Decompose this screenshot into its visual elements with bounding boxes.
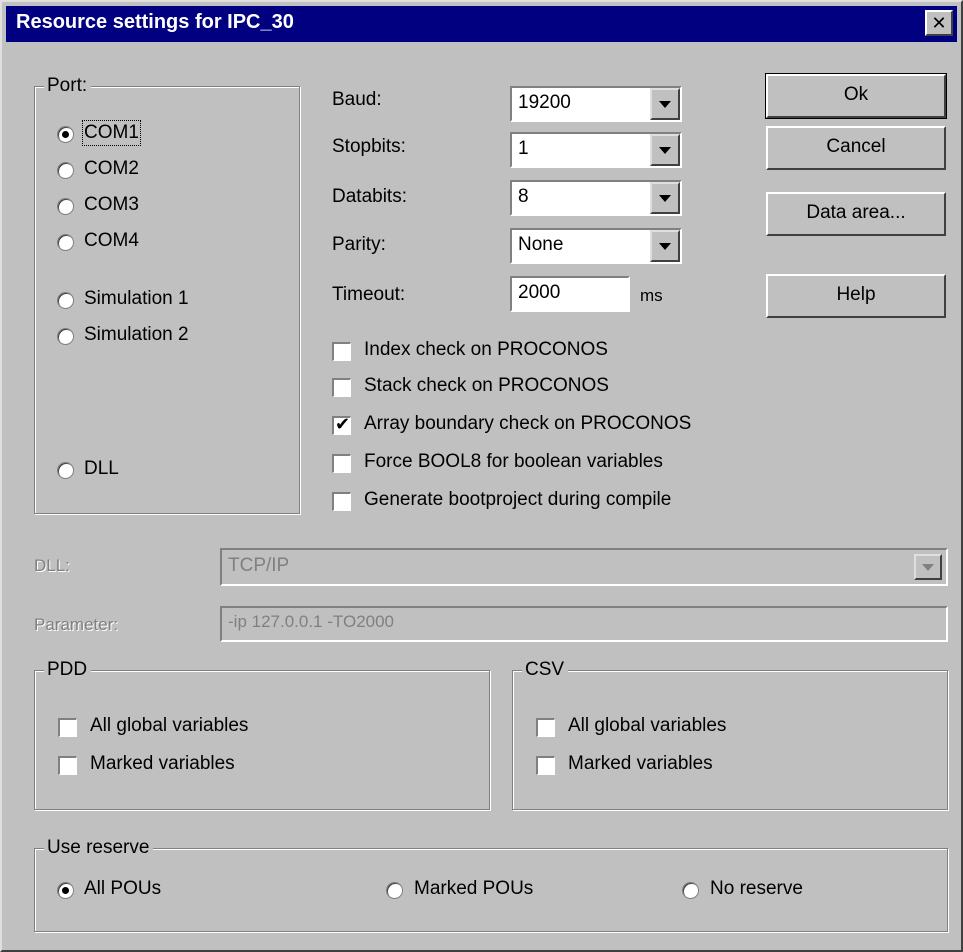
ok-button-label: Ok — [843, 84, 869, 105]
chevron-down-icon — [659, 195, 671, 202]
radio-simulation-1-label[interactable]: Simulation 1 — [84, 288, 189, 310]
help-button-label: Help — [836, 284, 876, 305]
databits-dropdown-button[interactable] — [650, 182, 680, 214]
parameter-value: -ip 127.0.0.1 -TO2000 — [228, 612, 395, 631]
title-bar[interactable]: Resource settings for IPC_30 ✕ — [6, 6, 957, 42]
parity-combobox[interactable]: None — [510, 228, 682, 264]
ok-button[interactable]: Ok — [765, 73, 947, 119]
stopbits-dropdown-button[interactable] — [650, 134, 680, 166]
radio-com1[interactable] — [57, 126, 74, 143]
pdd-group — [34, 670, 490, 810]
force-bool8-checkbox[interactable] — [332, 454, 351, 473]
array-boundary-check-label[interactable]: Array boundary check on PROCONOS — [364, 413, 691, 435]
checkmark-icon: ✔ — [335, 414, 351, 434]
stack-check-checkbox[interactable] — [332, 378, 351, 397]
csv-all-global-label[interactable]: All global variables — [568, 715, 726, 737]
stopbits-value: 1 — [518, 138, 529, 159]
parameter-label: Parameter: — [34, 615, 119, 634]
timeout-value: 2000 — [518, 282, 561, 303]
radio-simulation-2-label[interactable]: Simulation 2 — [84, 324, 189, 346]
radio-com1-label[interactable]: COM1 — [82, 120, 141, 146]
csv-all-global-checkbox[interactable] — [536, 718, 555, 737]
baud-dropdown-button[interactable] — [650, 88, 680, 120]
pdd-all-global-label[interactable]: All global variables — [90, 715, 248, 737]
pdd-all-global-checkbox[interactable] — [58, 718, 77, 737]
force-bool8-label[interactable]: Force BOOL8 for boolean variables — [364, 451, 663, 473]
pdd-marked-checkbox[interactable] — [58, 756, 77, 775]
parity-value: None — [518, 234, 564, 255]
csv-marked-checkbox[interactable] — [536, 756, 555, 775]
radio-simulation-1[interactable] — [57, 292, 74, 309]
dll-dropdown-button — [914, 554, 942, 580]
radio-dll-label[interactable]: DLL — [84, 458, 119, 480]
csv-group-legend: CSV — [522, 660, 569, 680]
dll-value: TCP/IP — [228, 555, 290, 576]
stopbits-combobox[interactable]: 1 — [510, 132, 682, 168]
databits-combobox[interactable]: 8 — [510, 180, 682, 216]
chevron-down-icon — [922, 564, 934, 571]
dll-label: DLL: — [34, 556, 70, 575]
array-boundary-check-checkbox[interactable]: ✔ — [332, 414, 351, 435]
close-icon: ✕ — [931, 13, 947, 33]
radio-com2[interactable] — [57, 162, 74, 179]
resource-settings-dialog: Resource settings for IPC_30 ✕ Port: COM… — [0, 0, 963, 952]
dialog-title: Resource settings for IPC_30 — [16, 11, 294, 33]
pdd-group-legend: PDD — [44, 660, 92, 680]
radio-dll[interactable] — [57, 462, 74, 479]
radio-com4[interactable] — [57, 234, 74, 251]
index-check-label[interactable]: Index check on PROCONOS — [364, 339, 608, 361]
port-group-legend: Port: — [44, 76, 92, 96]
radio-com3[interactable] — [57, 198, 74, 215]
radio-simulation-2[interactable] — [57, 328, 74, 345]
stack-check-label[interactable]: Stack check on PROCONOS — [364, 375, 609, 397]
generate-bootproject-checkbox[interactable] — [332, 492, 351, 511]
parity-label: Parity: — [332, 234, 386, 255]
radio-com3-label[interactable]: COM3 — [84, 194, 139, 216]
databits-value: 8 — [518, 186, 529, 207]
timeout-input[interactable]: 2000 — [510, 276, 630, 312]
radio-marked-pous-label[interactable]: Marked POUs — [414, 878, 533, 900]
baud-label: Baud: — [332, 89, 382, 110]
radio-no-reserve-label[interactable]: No reserve — [710, 878, 803, 900]
timeout-label: Timeout: — [332, 284, 406, 305]
data-area-button[interactable]: Data area... — [766, 192, 946, 236]
radio-selected-dot — [62, 887, 69, 894]
chevron-down-icon — [659, 243, 671, 250]
stopbits-label: Stopbits: — [332, 136, 406, 157]
csv-marked-label[interactable]: Marked variables — [568, 753, 713, 775]
radio-com4-label[interactable]: COM4 — [84, 230, 139, 252]
databits-label: Databits: — [332, 186, 407, 207]
help-button[interactable]: Help — [766, 274, 946, 318]
csv-group — [512, 670, 948, 810]
cancel-button[interactable]: Cancel — [766, 126, 946, 170]
radio-selected-dot — [62, 131, 69, 138]
parameter-input: -ip 127.0.0.1 -TO2000 — [220, 606, 948, 642]
radio-no-reserve[interactable] — [682, 882, 699, 899]
pdd-marked-label[interactable]: Marked variables — [90, 753, 235, 775]
timeout-unit: ms — [640, 286, 663, 305]
dll-combobox: TCP/IP — [220, 548, 948, 586]
baud-value: 19200 — [518, 92, 571, 113]
generate-bootproject-label[interactable]: Generate bootproject during compile — [364, 489, 671, 511]
use-reserve-group-legend: Use reserve — [44, 838, 154, 858]
radio-all-pous-label[interactable]: All POUs — [84, 878, 161, 900]
close-button[interactable]: ✕ — [925, 10, 953, 36]
parity-dropdown-button[interactable] — [650, 230, 680, 262]
index-check-checkbox[interactable] — [332, 342, 351, 361]
baud-combobox[interactable]: 19200 — [510, 86, 682, 122]
cancel-button-label: Cancel — [826, 136, 886, 157]
radio-all-pous[interactable] — [57, 882, 74, 899]
radio-com2-label[interactable]: COM2 — [84, 158, 139, 180]
radio-marked-pous[interactable] — [386, 882, 403, 899]
chevron-down-icon — [659, 101, 671, 108]
data-area-button-label: Data area... — [806, 202, 906, 223]
chevron-down-icon — [659, 147, 671, 154]
